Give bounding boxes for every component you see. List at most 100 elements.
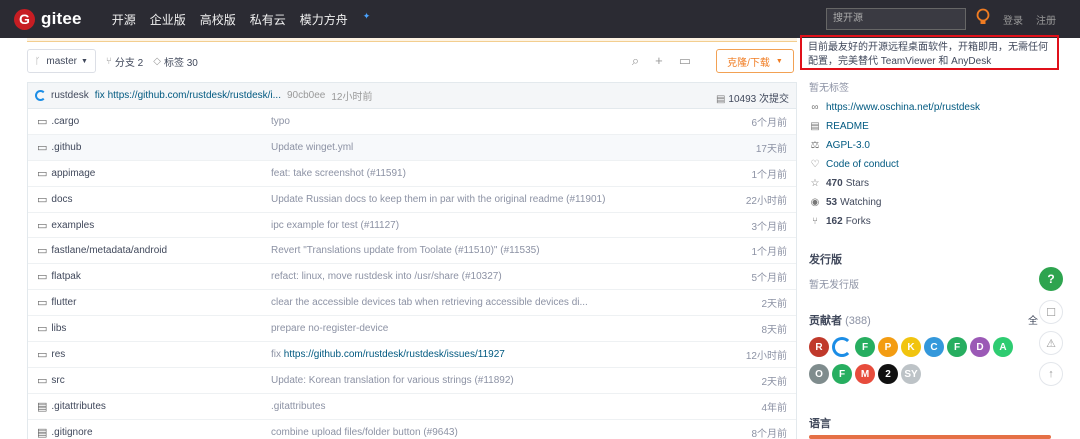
releases-title[interactable]: 发行版	[809, 251, 842, 267]
clone-download-button[interactable]: 克隆/下载 ▼	[716, 49, 794, 73]
contributor-avatar[interactable]: A	[993, 337, 1013, 357]
file-name[interactable]: ▭ libs	[37, 322, 66, 335]
nav-link-opensource[interactable]: 开源	[112, 11, 136, 28]
license-link[interactable]: ⚖ AGPL-3.0	[809, 140, 870, 151]
add-file-icon[interactable]: +	[655, 53, 663, 69]
license-label[interactable]: AGPL-3.0	[826, 140, 870, 151]
watching-count: 53	[826, 197, 838, 208]
file-commit-message-text: feat: take screenshot (#11591)	[271, 167, 406, 179]
file-row[interactable]: ▭ src Update: Korean translation for vario…	[28, 368, 796, 394]
file-name[interactable]: ▭ flutter	[37, 296, 76, 309]
file-commit-time: 2天前	[761, 299, 787, 311]
search-input[interactable]: 搜开源	[826, 8, 966, 30]
file-commit-message[interactable]: ipc example for test (#11127)	[271, 220, 399, 231]
register-link[interactable]: 注册	[1036, 12, 1056, 27]
file-commit-message[interactable]: Update winget.yml	[271, 142, 353, 153]
file-commit-message[interactable]: .gitattributes	[271, 401, 325, 412]
file-row[interactable]: ▭ libs prepare no-register-device 8天前	[28, 316, 796, 343]
scale-icon: ⚖	[810, 140, 820, 151]
file-name[interactable]: ▭ appimage	[37, 167, 95, 180]
commit-author[interactable]: rustdesk	[51, 90, 89, 101]
back-to-top-icon[interactable]: ↑	[1039, 362, 1063, 386]
nav-link-private-cloud[interactable]: 私有云	[250, 11, 286, 28]
file-commit-message[interactable]: combine upload files/folder button (#964…	[271, 427, 458, 438]
branch-select[interactable]: ᚴ master ▼	[27, 49, 96, 73]
file-commit-time: 8个月前	[751, 428, 787, 439]
file-row[interactable]: ▭ appimage feat: take screenshot (#11591) 1…	[28, 161, 796, 187]
conduct-label[interactable]: Code of conduct	[826, 159, 899, 170]
file-commit-message[interactable]: typo	[271, 116, 290, 127]
language-title: 语言	[809, 418, 831, 430]
contributor-avatar[interactable]: F	[855, 337, 875, 357]
file-commit-message[interactable]: Update: Korean translation for various s…	[271, 375, 514, 386]
file-name[interactable]: ▤ .gitattributes	[37, 400, 106, 413]
contributor-avatar[interactable]: D	[970, 337, 990, 357]
nav-link-enterprise[interactable]: 企业版	[150, 11, 186, 28]
file-commit-message[interactable]: Update Russian docs to keep them in par …	[271, 194, 605, 205]
nav-link-edu[interactable]: 高校版	[200, 11, 236, 28]
homepage-url[interactable]: https://www.oschina.net/p/rustdesk	[826, 102, 980, 113]
file-commit-message[interactable]: clear the accessible devices tab when re…	[271, 297, 588, 308]
commit-count[interactable]: ▤ 10493 次提交	[716, 90, 789, 105]
file-row[interactable]: ▤ .gitignore combine upload files/folder b…	[28, 420, 796, 439]
conduct-link[interactable]: ♡ Code of conduct	[809, 159, 899, 170]
file-commit-message-text: typo	[271, 115, 290, 127]
readme-label[interactable]: README	[826, 121, 869, 132]
help-button[interactable]: ?	[1039, 267, 1063, 291]
file-row[interactable]: ▭ examples ipc example for test (#11127) 3个…	[28, 213, 796, 239]
file-name[interactable]: ▭ res	[37, 348, 65, 361]
file-name[interactable]: ▭ flatpak	[37, 270, 81, 283]
file-row[interactable]: ▭ flatpak refact: linux, move rustdesk int…	[28, 264, 796, 291]
file-row[interactable]: ▭ fastlane/metadata/android Revert "Transl…	[28, 238, 796, 265]
contributor-avatar[interactable]: P	[878, 337, 898, 357]
file-commit-message[interactable]: prepare no-register-device	[271, 323, 388, 334]
commit-message[interactable]: fix https://github.com/rustdesk/rustdesk…	[95, 90, 281, 101]
forks-stat[interactable]: ⑂ 162 Forks	[809, 216, 871, 227]
contributors-title[interactable]: 贡献者 (388)	[809, 312, 871, 328]
readme-link[interactable]: ▤ README	[809, 121, 869, 132]
web-ide-icon[interactable]: ▭	[679, 53, 691, 69]
contributor-avatar[interactable]: C	[924, 337, 944, 357]
file-row[interactable]: ▭ .github Update winget.yml 17天前	[28, 134, 796, 161]
contributor-avatar[interactable]: 2	[878, 364, 898, 384]
branches-link[interactable]: ⑂ 分支 2	[106, 54, 143, 69]
file-commit-link[interactable]: https://github.com/rustdesk/rustdesk/iss…	[284, 349, 505, 360]
warning-icon[interactable]: ⚠	[1039, 331, 1063, 355]
file-commit-message[interactable]: feat: take screenshot (#11591)	[271, 168, 406, 179]
contributor-avatar[interactable]: M	[855, 364, 875, 384]
file-row[interactable]: ▭ flutter clear the accessible devices tab…	[28, 290, 796, 317]
watching-stat[interactable]: ◉ 53 Watching	[809, 197, 882, 208]
contributor-avatar[interactable]	[832, 337, 852, 357]
file-row[interactable]: ▭ .cargo typo 6个月前	[28, 109, 796, 135]
file-name[interactable]: ▭ src	[37, 374, 65, 387]
file-name[interactable]: ▭ .github	[37, 141, 81, 154]
file-row[interactable]: ▭ res fix https://github.com/rustdesk/rust…	[28, 342, 796, 368]
contributor-avatar[interactable]: F	[947, 337, 967, 357]
file-commit-message[interactable]: Revert "Translations update from Toolate…	[271, 245, 540, 256]
contributors-all-link[interactable]: 全	[1028, 312, 1038, 327]
file-row[interactable]: ▤ .gitattributes .gitattributes 4年前	[28, 394, 796, 420]
homepage-link[interactable]: ∞ https://www.oschina.net/p/rustdesk	[809, 102, 980, 113]
file-name[interactable]: ▭ fastlane/metadata/android	[37, 244, 167, 257]
file-name[interactable]: ▤ .gitignore	[37, 426, 93, 439]
comment-icon[interactable]: ☐	[1039, 300, 1063, 324]
file-commit-message[interactable]: refact: linux, move rustdesk into /usr/s…	[271, 271, 502, 282]
commit-sha[interactable]: 90cb0ee	[287, 90, 325, 101]
contributor-avatar[interactable]: O	[809, 364, 829, 384]
lightbulb-icon[interactable]	[975, 8, 991, 28]
login-link[interactable]: 登录	[1003, 12, 1023, 27]
file-name[interactable]: ▭ examples	[37, 219, 94, 232]
search-code-icon[interactable]: ⌕	[632, 53, 639, 69]
file-name[interactable]: ▭ .cargo	[37, 115, 79, 128]
gitee-logo[interactable]: G gitee	[14, 8, 82, 30]
file-name[interactable]: ▭ docs	[37, 193, 73, 206]
contributor-avatar[interactable]: R	[809, 337, 829, 357]
nav-link-ai[interactable]: 模力方舟 ✦	[300, 11, 385, 28]
stars-stat[interactable]: ☆ 470 Stars	[809, 178, 870, 189]
tags-link[interactable]: ◇ 标签 30	[153, 54, 198, 69]
contributor-avatar[interactable]: K	[901, 337, 921, 357]
file-row[interactable]: ▭ docs Update Russian docs to keep them in…	[28, 187, 796, 213]
contributor-avatar[interactable]: F	[832, 364, 852, 384]
file-commit-message[interactable]: fix https://github.com/rustdesk/rustdesk…	[271, 349, 505, 360]
contributor-avatar[interactable]: SY	[901, 364, 921, 384]
